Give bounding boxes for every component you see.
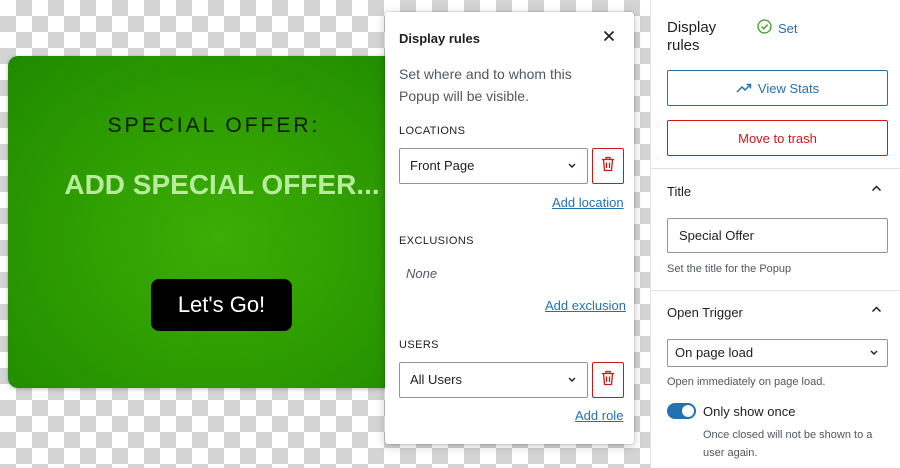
- title-panel-heading[interactable]: Title: [667, 184, 691, 199]
- chevron-up-icon[interactable]: [871, 183, 882, 197]
- popover-title: Display rules: [399, 31, 480, 46]
- remove-user-rule-button[interactable]: [592, 362, 624, 398]
- display-rules-popover: Display rules Set where and to whom this…: [385, 12, 634, 444]
- popup-cta-button[interactable]: Let's Go!: [151, 279, 292, 331]
- popover-description: Set where and to whom this Popup will be…: [399, 66, 572, 104]
- popup-title[interactable]: ADD SPECIAL OFFER...: [0, 168, 444, 201]
- move-to-trash-button[interactable]: Move to trash: [667, 120, 888, 156]
- popup-eyebrow[interactable]: SPECIAL OFFER:: [0, 114, 428, 138]
- trending-up-icon: [736, 81, 752, 96]
- divider: [651, 290, 900, 291]
- trash-icon: [601, 156, 615, 177]
- divider: [651, 168, 900, 169]
- users-select[interactable]: All Users: [399, 362, 588, 398]
- users-label: USERS: [399, 339, 439, 351]
- view-stats-button[interactable]: View Stats: [667, 70, 888, 106]
- only-show-once-label[interactable]: Only show once: [703, 404, 796, 419]
- title-help-text: Set the title for the Popup: [667, 263, 792, 275]
- open-trigger-select[interactable]: On page load: [667, 339, 888, 367]
- open-trigger-value: On page load: [675, 345, 754, 360]
- open-trigger-help-text: Open immediately on page load.: [667, 376, 826, 388]
- display-rules-heading[interactable]: Display rules: [667, 19, 737, 55]
- chevron-down-icon: [567, 363, 577, 412]
- exclusions-empty-text: None: [406, 266, 438, 281]
- users-select-value: All Users: [410, 372, 463, 387]
- status-text: Set: [778, 20, 798, 36]
- check-circle-icon: [757, 19, 772, 37]
- location-select[interactable]: Front Page: [399, 148, 588, 184]
- add-role-link[interactable]: Add role: [575, 408, 623, 423]
- only-show-once-help-text: Once closed will not be shown to a user …: [703, 429, 873, 459]
- settings-sidebar: Display rules Set View Stats Move to tra…: [650, 0, 900, 468]
- close-icon[interactable]: [601, 29, 617, 45]
- display-rules-status[interactable]: Set: [757, 19, 798, 37]
- view-stats-label: View Stats: [757, 80, 820, 96]
- popup-title-field[interactable]: [667, 218, 888, 253]
- toggle-knob: [682, 405, 694, 417]
- location-select-value: Front Page: [410, 158, 475, 173]
- locations-label: LOCATIONS: [399, 125, 466, 137]
- trash-icon: [601, 370, 615, 391]
- chevron-down-icon: [869, 340, 879, 377]
- exclusions-label: EXCLUSIONS: [399, 235, 474, 247]
- add-exclusion-link[interactable]: Add exclusion: [545, 298, 626, 313]
- add-location-link[interactable]: Add location: [552, 195, 624, 210]
- open-trigger-panel-heading[interactable]: Open Trigger: [667, 305, 743, 320]
- popup-preview[interactable]: [8, 56, 428, 388]
- only-show-once-toggle[interactable]: [667, 403, 696, 419]
- chevron-down-icon: [567, 149, 577, 198]
- chevron-up-icon[interactable]: [871, 304, 882, 318]
- remove-location-button[interactable]: [592, 148, 624, 184]
